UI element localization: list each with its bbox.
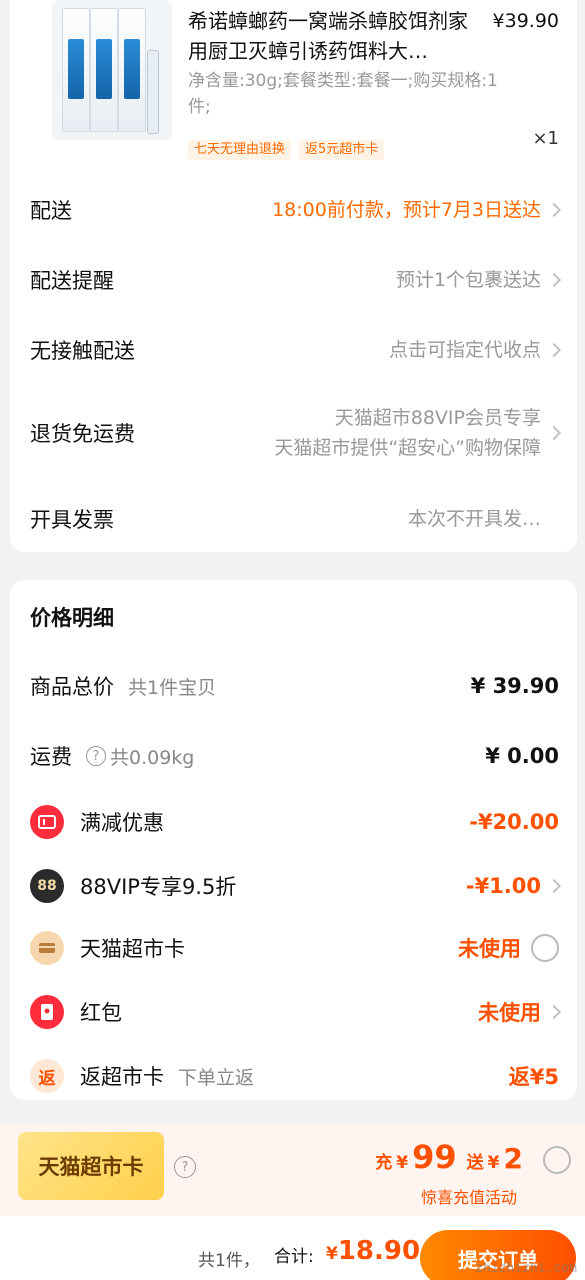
- row-tmall-card[interactable]: 天猫超市卡 未使用: [10, 928, 577, 968]
- bonus-amount: 2: [503, 1142, 523, 1175]
- row-name: 商品总价: [30, 675, 114, 699]
- product-quantity: ×1: [532, 128, 559, 149]
- row-value: 本次不开具发…: [407, 508, 541, 530]
- chevron-right-icon: [546, 272, 562, 288]
- recharge-offer: 充 ¥ 99 送 ¥ 2: [375, 1138, 523, 1176]
- recharge-promo[interactable]: 天猫超市卡 ? 充 ¥ 99 送 ¥ 2 惊喜充值活动: [0, 1124, 585, 1216]
- total-currency: ¥: [326, 1244, 338, 1264]
- discount-ticket-icon: [30, 805, 64, 839]
- watermark: zhizhizhi.com: [475, 1261, 577, 1276]
- row-amount: ¥ 39.90: [470, 674, 559, 698]
- item-count: 共1件，: [198, 1251, 260, 1271]
- tag-return-policy: 七天无理由退换: [188, 140, 292, 160]
- product-price: ¥39.90: [492, 10, 559, 32]
- row-delivery[interactable]: 配送 18:00前付款，预计7月3日送达: [10, 185, 577, 235]
- row-name: 返超市卡: [80, 1065, 164, 1089]
- row-sub: 共0.09kg: [110, 746, 195, 769]
- row-red-packet[interactable]: 红包 未使用: [10, 992, 577, 1032]
- product-tags: 七天无理由退换 返5元超市卡: [188, 140, 385, 160]
- product-item[interactable]: 希诺蟑螂药一窝端杀蟑胶饵剂家用厨卫灭蟑引诱药饵料大… ¥39.90 净含量:30…: [10, 0, 577, 160]
- row-name: 天猫超市卡: [80, 937, 185, 961]
- row-name: 运费: [30, 745, 72, 769]
- bonus-prefix: 送: [466, 1153, 484, 1173]
- bonus-currency: ¥: [487, 1153, 500, 1173]
- card-icon: [30, 931, 64, 965]
- row-sub: 共1件宝贝: [128, 676, 217, 699]
- product-title[interactable]: 希诺蟑螂药一窝端杀蟑胶饵剂家用厨卫灭蟑引诱药饵料大…: [188, 6, 478, 66]
- row-88vip[interactable]: 88 88VIP专享9.5折 -¥1.00: [10, 866, 577, 906]
- free-return-line1: 天猫超市88VIP会员专享: [334, 407, 541, 429]
- row-label: 配送: [30, 199, 72, 223]
- row-contactless[interactable]: 无接触配送 点击可指定代收点: [10, 325, 577, 375]
- order-card: 希诺蟑螂药一窝端杀蟑胶饵剂家用厨卫灭蟑引诱药饵料大… ¥39.90 净含量:30…: [10, 0, 577, 552]
- product-box-graphic: [62, 8, 90, 132]
- tmall-card-badge: 天猫超市卡: [18, 1132, 164, 1200]
- row-label: 退货免运费: [30, 422, 135, 446]
- total-label: 合计:: [274, 1247, 314, 1267]
- row-free-return[interactable]: 退货免运费 天猫超市88VIP会员专享 天猫超市提供“超安心”购物保障: [10, 400, 577, 466]
- total-value: 18.90: [337, 1236, 421, 1266]
- row-sub: 下单立返: [178, 1066, 255, 1089]
- tmall-card-radio[interactable]: [531, 934, 559, 962]
- row-name: 88VIP专享9.5折: [80, 875, 237, 899]
- free-return-line2: 天猫超市提供“超安心”购物保障: [274, 437, 541, 459]
- row-invoice[interactable]: 开具发票 本次不开具发…: [10, 494, 577, 544]
- row-amount: 未使用: [458, 937, 521, 961]
- row-amount: -¥20.00: [469, 810, 559, 834]
- chevron-right-icon: [546, 425, 562, 441]
- tag-cashback: 返5元超市卡: [299, 140, 385, 160]
- chevron-right-icon: [546, 878, 562, 894]
- recharge-currency: ¥: [396, 1153, 409, 1173]
- row-value: 预计1个包裹送达: [395, 269, 541, 291]
- row-amount: -¥1.00: [465, 874, 541, 898]
- help-icon[interactable]: ?: [86, 746, 106, 766]
- product-box-graphic: [118, 8, 146, 132]
- delivery-time: 18:00前付款，预计7月3日送达: [272, 199, 541, 221]
- row-amount: 未使用: [478, 1001, 541, 1025]
- row-name: 满减优惠: [80, 811, 164, 835]
- product-box-graphic: [90, 8, 118, 132]
- row-full-reduction[interactable]: 满减优惠 -¥20.00: [10, 802, 577, 842]
- row-return-card: 返 返超市卡 下单立返 返¥5: [10, 1056, 577, 1096]
- row-value: 点击可指定代收点: [388, 339, 541, 361]
- row-label: 开具发票: [30, 508, 114, 532]
- recharge-amount: 99: [412, 1138, 457, 1176]
- row-amount: 返¥5: [508, 1065, 559, 1089]
- recharge-prefix: 充: [375, 1153, 393, 1173]
- price-detail-title: 价格明细: [30, 606, 114, 630]
- product-syringe-graphic: [147, 50, 159, 134]
- red-packet-icon: [30, 995, 64, 1029]
- total-amount: ¥18.90: [326, 1236, 420, 1266]
- row-amount: ¥ 0.00: [485, 744, 559, 768]
- chevron-right-icon: [546, 1004, 562, 1020]
- return-icon: 返: [30, 1059, 64, 1093]
- 88vip-icon: 88: [30, 869, 64, 903]
- recharge-radio[interactable]: [543, 1146, 571, 1174]
- product-spec[interactable]: 净含量:30g;套餐类型:套餐一;购买规格:1件;: [188, 68, 518, 120]
- row-shipping: 运费 ? 共0.09kg ¥ 0.00: [10, 736, 577, 776]
- price-detail-card: 价格明细 商品总价 共1件宝贝 ¥ 39.90 运费 ? 共0.09kg ¥ 0…: [10, 580, 577, 1100]
- row-item-total: 商品总价 共1件宝贝 ¥ 39.90: [10, 666, 577, 706]
- promo-note: 惊喜充值活动: [420, 1188, 517, 1207]
- row-label: 配送提醒: [30, 269, 114, 293]
- product-image[interactable]: [52, 0, 172, 140]
- help-icon[interactable]: ?: [174, 1156, 196, 1178]
- row-value: 天猫超市88VIP会员专享 天猫超市提供“超安心”购物保障: [274, 403, 541, 463]
- row-label: 无接触配送: [30, 339, 135, 363]
- chevron-right-icon: [546, 342, 562, 358]
- row-name: 红包: [80, 1001, 122, 1025]
- row-delivery-reminder[interactable]: 配送提醒 预计1个包裹送达: [10, 255, 577, 305]
- chevron-right-icon: [546, 202, 562, 218]
